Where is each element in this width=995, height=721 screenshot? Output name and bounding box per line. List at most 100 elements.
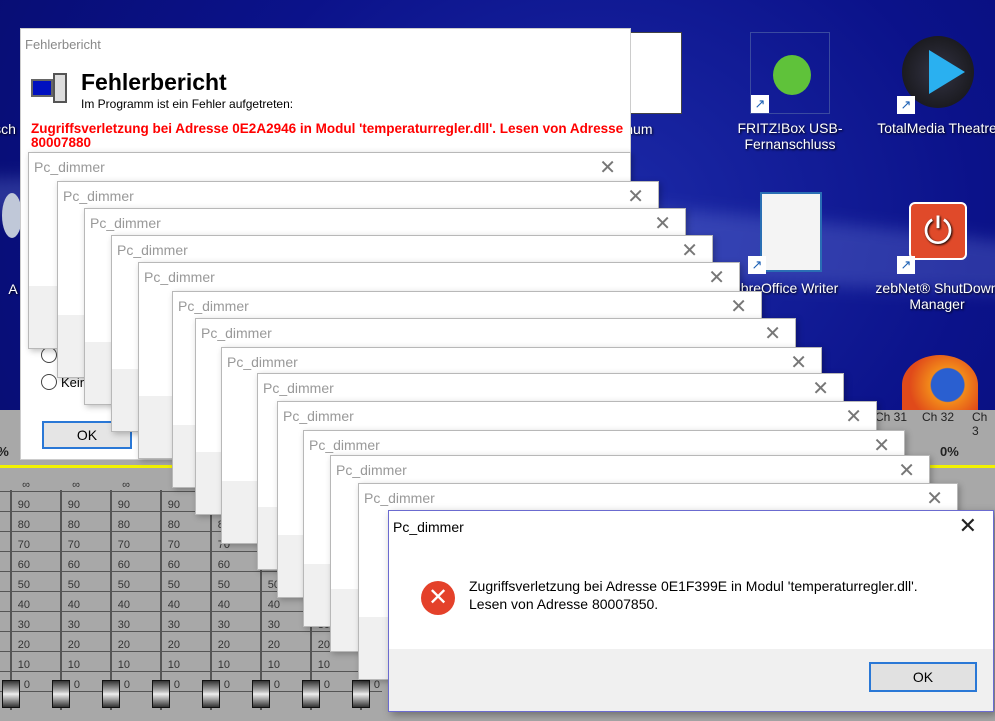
close-button[interactable]: ✕ [898,458,915,483]
close-button[interactable]: ✕ [730,294,747,319]
fader-scale-tick: 40 [132,600,182,612]
fader-knob[interactable] [202,680,220,708]
fader-scale-tick: 20 [232,640,282,652]
channel-label: Ch 3 [972,410,988,438]
fader-scale-tick: 30 [182,620,232,632]
dialog-title: Pc_dimmer [227,354,298,370]
fader-knob[interactable] [252,680,270,708]
close-button[interactable]: ✕ [812,376,829,401]
channel-fader[interactable]: ∞9080706050403020100 [0,480,32,710]
channel-percent: 0% [940,444,959,459]
fader-scale-tick: 30 [132,620,182,632]
channel-fader[interactable]: ∞9080706050403020100 [82,480,132,710]
fader-scale-tick: ∞ [0,480,32,492]
fader-scale-tick: 40 [232,600,282,612]
fader-scale-tick: ∞ [82,480,132,492]
dialog-title: Pc_dimmer [364,490,435,506]
dialog-message: Zugriffsverletzung bei Adresse 0E1F399E … [469,577,918,613]
fader-scale-tick: 70 [82,540,132,552]
fader-knob[interactable] [102,680,120,708]
power-icon: ⏻ ↗ [897,192,977,274]
desktop-icon-shutdown[interactable]: ⏻ ↗ zebNet® ShutDown Manager [862,192,995,312]
fader-scale-tick: 60 [132,560,182,572]
fader-scale-tick: 80 [82,520,132,532]
fader-scale-tick: 80 [132,520,182,532]
firefox-icon[interactable] [902,355,978,415]
fader-scale-tick: 20 [0,640,32,652]
writer-document-icon: ↗ [748,192,828,274]
radio-option-kein[interactable] [41,374,57,390]
channel-label: Ch 31 [875,410,908,424]
fader-knob[interactable] [52,680,70,708]
usb-plug-icon: ↗ [750,32,830,114]
icon-label: TotalMedia Theatre [877,120,995,136]
fader-scale-tick: 20 [32,640,82,652]
computer-error-icon [31,73,69,103]
dialog-title: Pc_dimmer [90,215,161,231]
fader-scale-tick: 10 [282,660,332,672]
fader-knob[interactable] [352,680,370,708]
close-button[interactable]: ✕ [681,238,698,263]
radio-option[interactable] [41,347,57,363]
error-dialog: Pc_dimmer ✕ ✕ Zugriffsverletzung bei Adr… [388,510,994,712]
fader-scale-tick: 80 [32,520,82,532]
close-button[interactable]: ✕ [845,404,862,429]
fader-knob[interactable] [2,680,20,708]
fader-scale-tick: 40 [182,600,232,612]
fader-scale-tick: 40 [0,600,32,612]
fader-scale-tick: 40 [32,600,82,612]
fader-scale-tick: 30 [82,620,132,632]
fader-scale-tick: 10 [232,660,282,672]
fader-scale-tick: 30 [0,620,32,632]
icon-label: zebNet® ShutDown Manager [875,280,995,312]
fader-scale-tick: 50 [182,580,232,592]
icon-label: FRITZ!Box USB-Fernanschluss [737,120,843,152]
cd-icon [2,193,22,238]
channel-label: Ch 32 [922,410,955,424]
dialog-title: Pc_dimmer [309,437,380,453]
close-button[interactable]: ✕ [599,155,616,180]
close-button[interactable]: ✕ [627,184,644,209]
fader-scale-tick: 90 [0,500,32,512]
ok-button[interactable]: OK [869,662,977,692]
fader-scale-tick: 60 [82,560,132,572]
fader-scale-tick: 20 [282,640,332,652]
fader-scale-tick: 90 [82,500,132,512]
dialog-title: Pc_dimmer [34,159,105,175]
close-button[interactable]: ✕ [764,321,781,346]
window-title: Fehlerbericht [25,37,101,52]
dialog-title: Pc_dimmer [336,462,407,478]
channel-fader[interactable]: ∞9080706050403020100 [32,480,82,710]
close-button[interactable]: ✕ [959,513,977,539]
fader-knob[interactable] [152,680,170,708]
document-icon[interactable] [630,32,682,114]
play-orb-icon: ↗ [897,32,977,114]
subtitle: Im Programm ist ein Fehler aufgetreten: [81,97,294,111]
channel-fader[interactable]: ∞9080706050403020100 [132,480,182,710]
error-icon: ✕ [421,581,455,615]
fader-scale-tick: 80 [0,520,32,532]
fader-scale-tick: 50 [0,580,32,592]
fader-scale-tick: ∞ [32,480,82,492]
dialog-title: Pc_dimmer [117,242,188,258]
desktop-icon-totalmedia[interactable]: ↗ TotalMedia Theatre [862,32,995,136]
fader-knob[interactable] [302,680,320,708]
dialog-title: Pc_dimmer [144,269,215,285]
dialog-title: Pc_dimmer [393,519,464,535]
fader-scale-tick: 60 [32,560,82,572]
channel-percent: 0% [0,444,9,459]
fader-scale-tick: 30 [232,620,282,632]
close-button[interactable]: ✕ [790,350,807,375]
close-button[interactable]: ✕ [926,486,943,511]
close-button[interactable]: ✕ [708,265,725,290]
fader-scale-tick: 10 [82,660,132,672]
fader-scale-tick: 10 [132,660,182,672]
fader-scale-tick: 20 [82,640,132,652]
dialog-title: Pc_dimmer [201,325,272,341]
fader-scale-tick: 10 [32,660,82,672]
fader-scale-tick: 10 [182,660,232,672]
fader-scale-tick: 50 [32,580,82,592]
close-button[interactable]: ✕ [654,211,671,236]
fader-scale-tick: 10 [0,660,32,672]
desktop-icon-fritzbox[interactable]: ↗ FRITZ!Box USB-Fernanschluss [715,32,865,152]
